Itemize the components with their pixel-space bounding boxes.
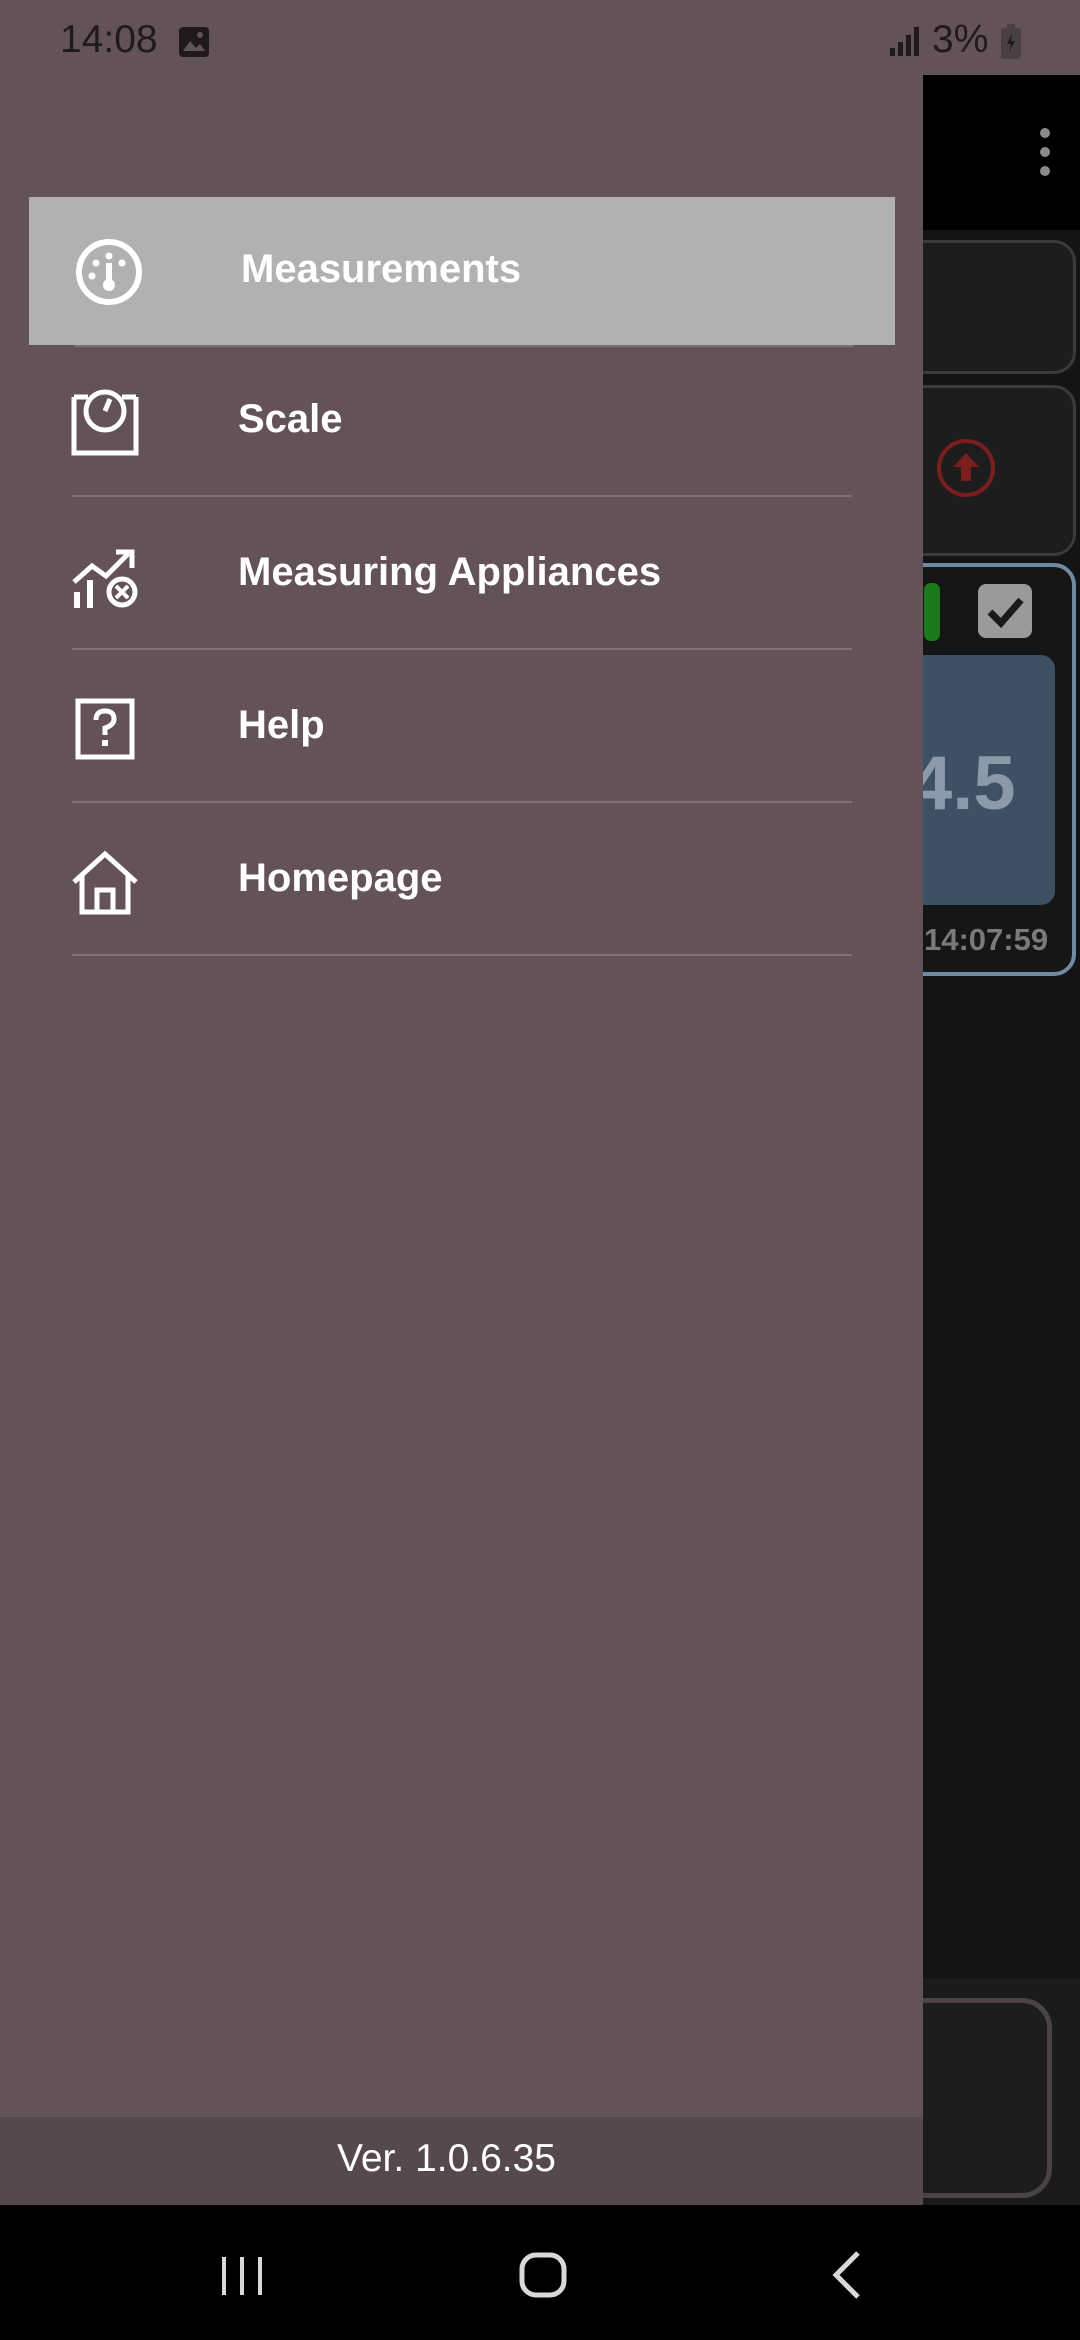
nav-item-homepage[interactable]: Homepage — [0, 806, 923, 956]
scale-icon — [71, 389, 139, 456]
home-icon — [72, 850, 138, 915]
gauge-icon — [76, 239, 142, 305]
reading-time: 14:07:59 — [924, 922, 1049, 957]
battery-icon — [1001, 24, 1021, 59]
status-indicator — [924, 583, 940, 641]
divider — [72, 954, 852, 956]
nav-item-measuring-appliances[interactable]: Measuring Appliances — [0, 500, 923, 650]
nav-item-scale[interactable]: Scale — [0, 347, 923, 497]
version-text: Ver. 1.0.6.35 — [336, 2137, 556, 2180]
divider — [72, 801, 852, 803]
signal-icon — [890, 27, 919, 56]
divider — [72, 495, 852, 497]
divider — [72, 648, 852, 650]
nav-item-label: Help — [238, 703, 325, 747]
help-icon — [75, 698, 135, 760]
navigation-drawer: Measurements Scale Measuring Appliances — [0, 75, 923, 2205]
status-time: 14:08 — [60, 18, 158, 61]
nav-item-help[interactable]: Help — [0, 653, 923, 803]
overflow-menu-icon[interactable] — [1038, 128, 1052, 178]
back-icon[interactable] — [808, 2235, 888, 2315]
nav-item-measurements[interactable]: Measurements — [0, 197, 923, 347]
battery-percent: 3% — [932, 18, 989, 61]
gallery-icon — [179, 27, 209, 57]
reading-value: 4.5 — [910, 741, 1016, 826]
appliances-chart-icon — [72, 549, 138, 608]
version-bar: Ver. 1.0.6.35 — [0, 2117, 923, 2205]
nav-item-label: Scale — [238, 397, 343, 441]
status-bar: 14:08 3% — [0, 0, 1080, 75]
nav-item-label: Homepage — [238, 856, 443, 900]
checkbox[interactable] — [978, 584, 1032, 638]
nav-item-label: Measuring Appliances — [238, 550, 662, 594]
check-icon — [987, 597, 1024, 629]
home-button-icon[interactable] — [503, 2235, 583, 2315]
recent-apps-icon[interactable] — [202, 2235, 282, 2315]
system-navigation-bar — [0, 2205, 1080, 2340]
upload-icon — [937, 439, 995, 497]
nav-item-label: Measurements — [241, 247, 522, 291]
